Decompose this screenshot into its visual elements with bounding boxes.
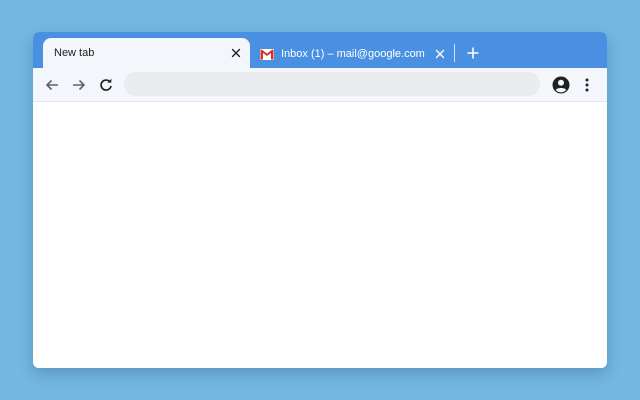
new-tab-button[interactable] [464,44,482,62]
profile-button[interactable] [551,75,571,95]
menu-button[interactable] [578,76,596,94]
reload-button[interactable] [97,76,115,94]
more-vert-icon [585,78,589,92]
forward-button[interactable] [70,76,88,94]
close-icon[interactable] [228,45,244,61]
browser-window: New tab Inbox (1) – mail@google.com [33,32,607,368]
close-icon[interactable] [432,46,448,62]
account-circle-icon [552,76,570,94]
tab-inbox[interactable]: Inbox (1) – mail@google.com [254,42,450,66]
tab-new-tab[interactable]: New tab [43,38,250,68]
reload-icon [100,78,112,91]
forward-arrow-icon [73,79,86,91]
plus-icon [467,47,479,59]
page-content [33,102,607,368]
gmail-icon [260,48,274,60]
tab-strip: New tab Inbox (1) – mail@google.com [33,32,607,68]
tab-title: New tab [54,47,95,59]
tab-title: Inbox (1) – mail@google.com [281,48,425,60]
address-bar[interactable] [124,72,540,96]
back-button[interactable] [43,76,61,94]
toolbar [33,68,607,102]
tab-separator [454,44,455,62]
back-arrow-icon [45,79,58,91]
